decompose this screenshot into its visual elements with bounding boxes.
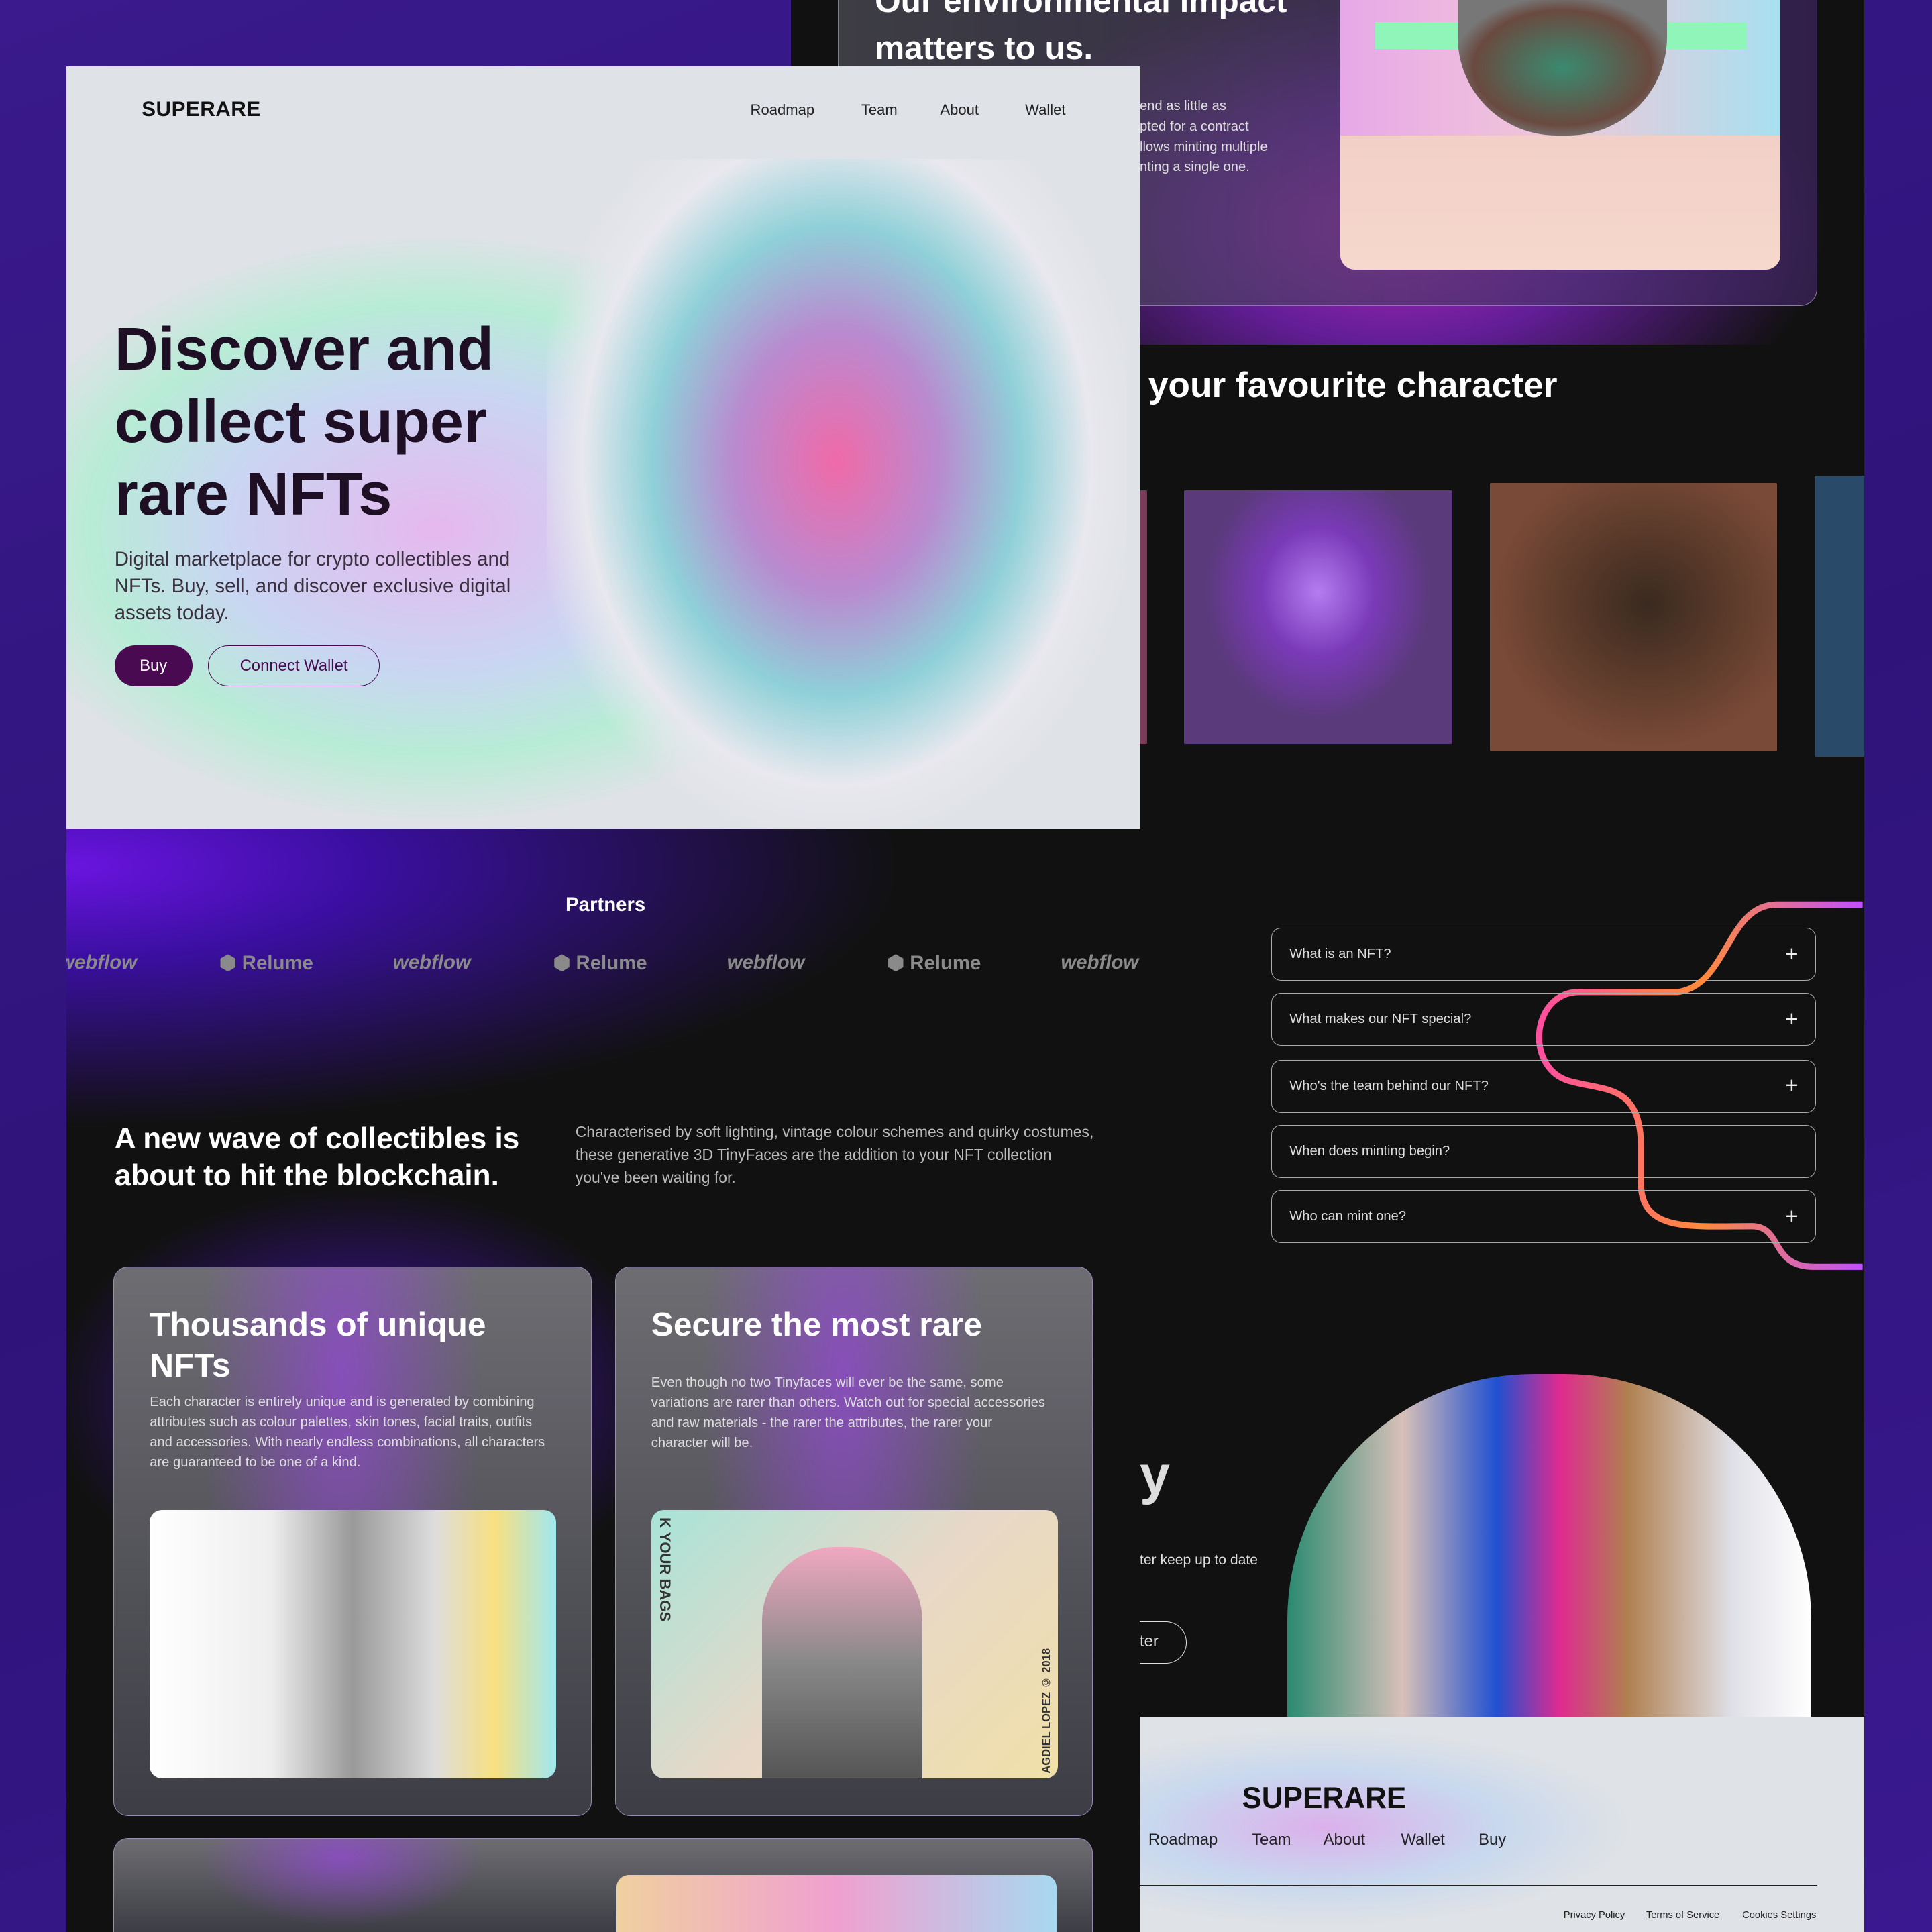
left-page-panel: SUPERARE Roadmap Team About Wallet Disco… bbox=[66, 66, 1140, 1932]
faq-item[interactable]: What makes our NFT special? + bbox=[1271, 993, 1817, 1046]
card-title: Thousands of unique NFTs bbox=[150, 1305, 486, 1384]
statue-image bbox=[150, 1509, 557, 1779]
astronaut-image bbox=[1340, 0, 1781, 270]
connect-wallet-button[interactable]: Connect Wallet bbox=[208, 645, 380, 687]
footer-nav-wallet[interactable]: Wallet bbox=[1401, 1831, 1444, 1849]
card-title: Secure the most rare bbox=[651, 1305, 983, 1344]
partner-name: Relume bbox=[241, 951, 313, 974]
faq-item[interactable]: Who can mint one? + bbox=[1271, 1190, 1817, 1244]
cube-icon: ⬢ bbox=[553, 951, 571, 974]
nav-team[interactable]: Team bbox=[861, 101, 898, 119]
faq-question: What is an NFT? bbox=[1289, 947, 1391, 962]
nav-about[interactable]: About bbox=[940, 101, 979, 119]
page: Our environmental impact matters to us. … bbox=[0, 0, 1932, 1932]
partner-logo-relume: ⬢ Relume bbox=[219, 951, 313, 975]
partner-name: Relume bbox=[910, 951, 981, 974]
plus-icon[interactable]: + bbox=[1785, 942, 1798, 967]
nav-wallet[interactable]: Wallet bbox=[1025, 101, 1065, 119]
partner-logo-webflow: webflow bbox=[66, 951, 138, 973]
privacy-policy-link[interactable]: Privacy Policy bbox=[1564, 1910, 1625, 1921]
hero-section: SUPERARE Roadmap Team About Wallet Disco… bbox=[66, 66, 1140, 830]
hero-subtitle: Digital marketplace for crypto collectib… bbox=[114, 547, 511, 625]
character-card[interactable] bbox=[1139, 490, 1147, 745]
characters-title: your favourite character bbox=[1148, 365, 1558, 405]
partner-logo-webflow: webflow bbox=[727, 951, 805, 973]
faq-item[interactable]: What is an NFT? + bbox=[1271, 928, 1817, 981]
partners-title: Partners bbox=[566, 893, 646, 916]
characters-group-image bbox=[1287, 1373, 1811, 1717]
footer-nav-buy[interactable]: Buy bbox=[1479, 1831, 1506, 1849]
feature-card: Secure the most rare Even though no two … bbox=[614, 1267, 1093, 1817]
terms-link[interactable]: Terms of Service bbox=[1646, 1910, 1719, 1921]
plus-icon[interactable]: + bbox=[1785, 1204, 1798, 1230]
partner-name: Relume bbox=[576, 951, 647, 974]
cookies-link[interactable]: Cookies Settings bbox=[1742, 1910, 1816, 1921]
character-card[interactable] bbox=[1815, 475, 1864, 757]
poster-right-text: AGDIEL LOPEZ © 2018 bbox=[1039, 1648, 1053, 1774]
cta-title: y bbox=[1139, 1444, 1170, 1505]
poster-left-text: K YOUR BAGS bbox=[657, 1517, 674, 1622]
palm-image bbox=[616, 1874, 1057, 1932]
footer-divider bbox=[1139, 1885, 1818, 1886]
nav-roadmap[interactable]: Roadmap bbox=[751, 101, 815, 119]
partner-logo-relume: ⬢ Relume bbox=[553, 951, 647, 975]
faq-item[interactable]: Who's the team behind our NFT? + bbox=[1271, 1059, 1817, 1113]
faq-question: Who's the team behind our NFT? bbox=[1289, 1078, 1489, 1093]
character-card[interactable] bbox=[1489, 483, 1777, 752]
faq-question: When does minting begin? bbox=[1289, 1143, 1450, 1159]
hero-nft-image bbox=[547, 158, 1126, 830]
footer: SUPERARE Roadmap Team About Wallet Buy P… bbox=[1139, 1716, 1864, 1932]
character-card[interactable] bbox=[1184, 490, 1453, 745]
feature-card: Thousands of unique NFTs Each character … bbox=[113, 1267, 592, 1817]
footer-nav-team[interactable]: Team bbox=[1252, 1831, 1291, 1849]
plus-icon[interactable]: + bbox=[1785, 1007, 1798, 1032]
partner-logo-webflow: webflow bbox=[1061, 951, 1139, 973]
faq-item[interactable]: When does minting begin? bbox=[1271, 1124, 1817, 1178]
card-text: Even though no two Tinyfaces will ever b… bbox=[651, 1375, 1045, 1450]
logo[interactable]: SUPERARE bbox=[142, 97, 260, 121]
feature-card bbox=[113, 1838, 1093, 1932]
cube-icon: ⬢ bbox=[219, 951, 237, 974]
cube-icon: ⬢ bbox=[887, 951, 905, 974]
faq-question: What makes our NFT special? bbox=[1289, 1012, 1472, 1027]
faq-question: Who can mint one? bbox=[1289, 1209, 1407, 1224]
hero-title: Discover and collect super rare NFTs bbox=[114, 315, 494, 529]
footer-nav-roadmap[interactable]: Roadmap bbox=[1148, 1831, 1218, 1849]
environment-text: end as little as pted for a contract llo… bbox=[1139, 99, 1268, 175]
plus-icon[interactable]: + bbox=[1785, 1073, 1798, 1099]
footer-nav-about[interactable]: About bbox=[1324, 1831, 1365, 1849]
poster-image: K YOUR BAGS AGDIEL LOPEZ © 2018 bbox=[651, 1509, 1058, 1779]
cta-text: ter keep up to date bbox=[1139, 1552, 1258, 1568]
buy-button[interactable]: Buy bbox=[114, 645, 193, 687]
card-text: Each character is entirely unique and is… bbox=[150, 1395, 545, 1470]
partner-logo-webflow: webflow bbox=[392, 951, 471, 973]
footer-logo[interactable]: SUPERARE bbox=[1242, 1782, 1406, 1815]
environment-title: Our environmental impact matters to us. bbox=[875, 0, 1287, 66]
partner-logo-relume: ⬢ Relume bbox=[887, 951, 981, 975]
